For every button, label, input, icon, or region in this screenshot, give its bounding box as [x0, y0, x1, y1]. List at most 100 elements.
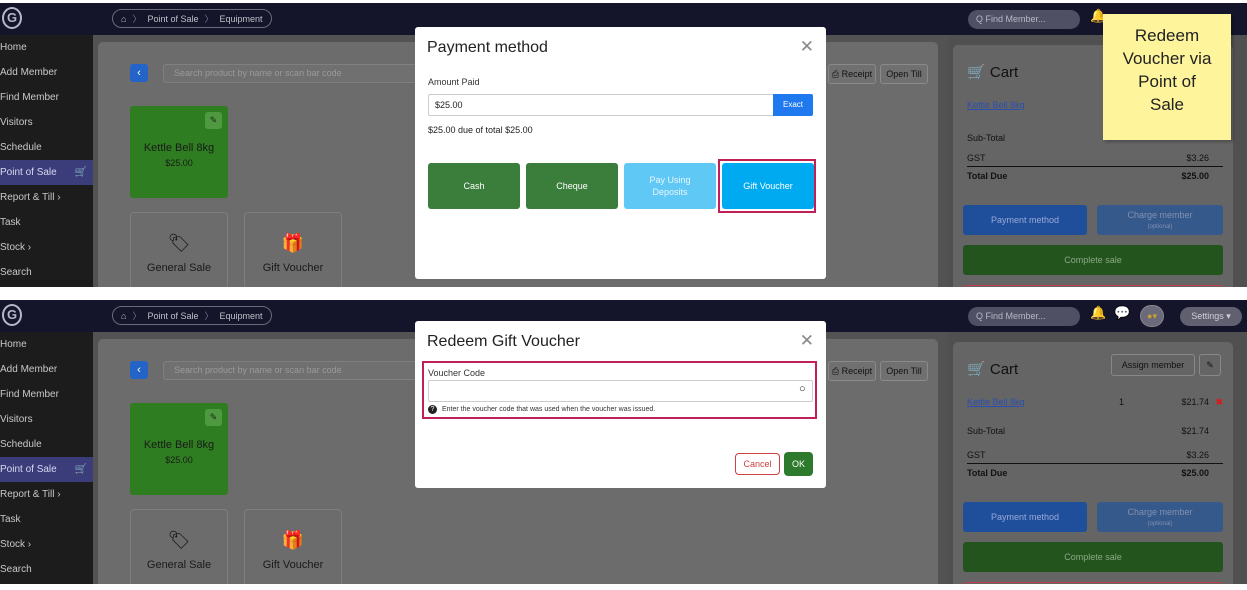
sidebar-item-home[interactable]: Home [0, 332, 93, 357]
amount-paid-label: Amount Paid [428, 77, 480, 87]
sticky-note-line: Redeem [1134, 26, 1200, 45]
open-till-button[interactable]: Open Till [880, 361, 928, 381]
sidebar-item-visitors[interactable]: Visitors [0, 407, 93, 432]
remove-icon[interactable]: ✖ [1215, 397, 1223, 408]
sidebar-item-task[interactable]: Task [0, 210, 93, 235]
charge-member-button[interactable]: Charge member (optional) [1097, 502, 1223, 532]
sticky-note-line: Point of [1138, 72, 1196, 91]
charge-member-button[interactable]: Charge member (optional) [1097, 205, 1223, 235]
cart-item-price: $21.74 [1181, 397, 1209, 407]
breadcrumb-item[interactable]: Point of Sale [147, 14, 198, 24]
sidebar-item-search[interactable]: Search [0, 557, 93, 582]
gst-label: GST [967, 450, 986, 460]
cart-icon: 🛒 [74, 464, 87, 475]
home-icon[interactable]: ⌂ [121, 311, 126, 321]
sticky-note-line: Voucher via [1122, 49, 1212, 68]
product-tile[interactable]: ✎ Kettle Bell 8kg $25.00 [130, 403, 228, 495]
sidebar-item-find-member[interactable]: Find Member [0, 85, 93, 110]
avatar[interactable]: ●▾ [1140, 305, 1164, 327]
app-logo[interactable]: G [2, 7, 22, 29]
receipt-button[interactable]: ⎙ Receipt [828, 64, 876, 84]
sidebar-item-point-of-sale[interactable]: Point of Sale 🛒 [0, 160, 93, 185]
app-logo[interactable]: G [2, 304, 22, 326]
gst-value: $3.26 [1186, 450, 1209, 460]
cancel-sale-button[interactable] [963, 582, 1223, 584]
payment-method-button[interactable]: Payment method [963, 502, 1087, 532]
find-member-input[interactable]: Q Find Member... [968, 307, 1080, 326]
exact-button[interactable]: Exact [773, 94, 813, 116]
pencil-icon[interactable]: ✎ [205, 112, 222, 129]
complete-sale-button[interactable]: Complete sale [963, 245, 1223, 275]
charge-member-label: Charge member [1127, 210, 1193, 220]
sidebar-item-stock[interactable]: Stock › [0, 532, 93, 557]
product-name: Kettle Bell 8kg [143, 142, 215, 154]
sidebar-item-report-till[interactable]: Report & Till › [0, 482, 93, 507]
chat-icon[interactable]: 💬 [1114, 305, 1130, 321]
cart-icon: 🛒 [74, 167, 87, 178]
breadcrumb-item[interactable]: Equipment [220, 14, 263, 24]
total-value: $25.00 [1181, 468, 1209, 478]
subtotal-value: $21.74 [1181, 426, 1209, 436]
sidebar-item-visitors[interactable]: Visitors [0, 110, 93, 135]
sidebar-item-schedule[interactable]: Schedule [0, 432, 93, 457]
cash-button[interactable]: Cash [428, 163, 520, 209]
cancel-sale-button[interactable] [963, 285, 1223, 287]
cart-item-link[interactable]: Kettle Bell 8kg [967, 100, 1025, 110]
subtotal-label: Sub-Total [967, 133, 1006, 143]
tags-icon: 🏷 [167, 233, 191, 253]
product-name: Kettle Bell 8kg [143, 439, 215, 451]
cart-icon: 🛒 [967, 361, 986, 378]
sidebar-item-home[interactable]: Home [0, 35, 93, 60]
product-tile[interactable]: ✎ Kettle Bell 8kg $25.00 [130, 106, 228, 198]
open-till-button[interactable]: Open Till [880, 64, 928, 84]
product-price: $25.00 [165, 455, 193, 465]
cheque-button[interactable]: Cheque [526, 163, 618, 209]
cancel-button[interactable]: Cancel [735, 453, 780, 475]
complete-sale-button[interactable]: Complete sale [963, 542, 1223, 572]
payment-method-button[interactable]: Payment method [963, 205, 1087, 235]
sidebar-item-stock[interactable]: Stock › [0, 235, 93, 260]
amount-paid-input[interactable]: $25.00 [428, 94, 774, 116]
sidebar-item-report-till[interactable]: Report & Till › [0, 185, 93, 210]
amount-due-text: $25.00 due of total $25.00 [428, 125, 533, 135]
assign-member-button[interactable]: Assign member [1111, 354, 1195, 376]
cart-title: 🛒 Cart [967, 360, 1018, 378]
home-icon[interactable]: ⌂ [121, 14, 126, 24]
general-sale-tile[interactable]: 🏷 General Sale [130, 509, 228, 584]
gift-voucher-tile[interactable]: 🎁 Gift Voucher [244, 212, 342, 287]
charge-member-sublabel: (optional) [1147, 224, 1173, 230]
gst-label: GST [967, 153, 986, 163]
sidebar-item-search[interactable]: Search [0, 260, 93, 285]
sidebar-item-find-member[interactable]: Find Member [0, 382, 93, 407]
product-search-input[interactable]: Search product by name or scan bar code [163, 64, 443, 83]
close-icon[interactable]: ✕ [800, 37, 814, 57]
breadcrumb-item[interactable]: Equipment [220, 311, 263, 321]
product-search-input[interactable]: Search product by name or scan bar code [163, 361, 443, 380]
back-button[interactable]: ‹ [130, 361, 148, 379]
payment-method-modal: Payment method ✕ Amount Paid $25.00 Exac… [415, 27, 826, 279]
sidebar-item-add-member[interactable]: Add Member [0, 357, 93, 382]
breadcrumb-item[interactable]: Point of Sale [147, 311, 198, 321]
bell-icon[interactable]: 🔔 [1090, 305, 1106, 321]
sidebar-item-add-member[interactable]: Add Member [0, 60, 93, 85]
sidebar-item-point-of-sale[interactable]: Point of Sale 🛒 [0, 457, 93, 482]
breadcrumb: ⌂ 〉 Point of Sale 〉 Equipment [112, 306, 272, 325]
close-icon[interactable]: ✕ [800, 331, 814, 351]
sidebar-item-schedule[interactable]: Schedule [0, 135, 93, 160]
sticky-note: Redeem Voucher via Point of Sale [1103, 14, 1231, 140]
pay-using-deposits-button[interactable]: Pay Using Deposits [624, 163, 716, 209]
voucher-code-highlight [422, 361, 817, 419]
cart-panel: 🛒 Cart Assign member ✎ Kettle Bell 8kg 1 $… [953, 342, 1233, 584]
cart-item-link[interactable]: Kettle Bell 8kg [967, 397, 1025, 407]
total-value: $25.00 [1181, 171, 1209, 181]
gift-voucher-tile[interactable]: 🎁 Gift Voucher [244, 509, 342, 584]
general-sale-tile[interactable]: 🏷 General Sale [130, 212, 228, 287]
pencil-icon[interactable]: ✎ [205, 409, 222, 426]
receipt-button[interactable]: ⎙ Receipt [828, 361, 876, 381]
pencil-icon[interactable]: ✎ [1199, 354, 1221, 376]
settings-button[interactable]: Settings ▾ [1180, 307, 1242, 326]
ok-button[interactable]: OK [784, 452, 813, 476]
back-button[interactable]: ‹ [130, 64, 148, 82]
find-member-input[interactable]: Q Find Member... [968, 10, 1080, 29]
sidebar-item-task[interactable]: Task [0, 507, 93, 532]
